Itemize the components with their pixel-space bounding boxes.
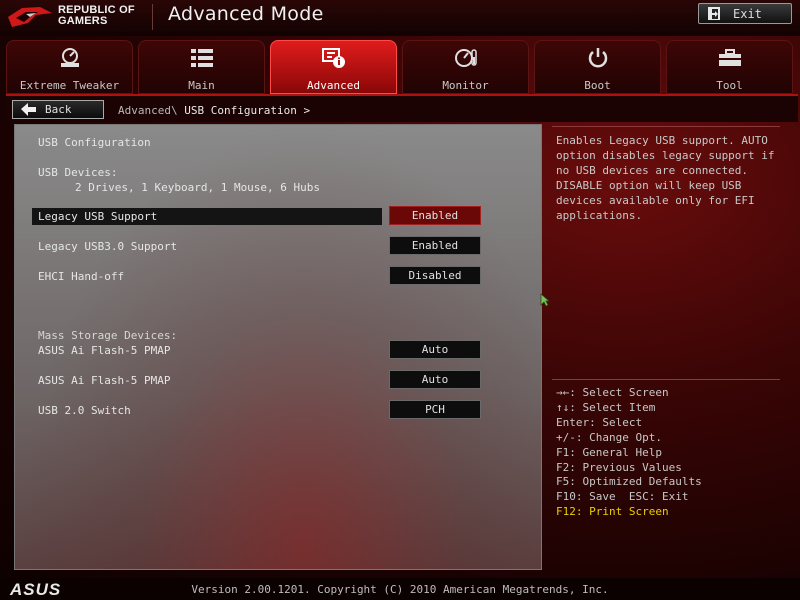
tab-boot[interactable]: Boot xyxy=(534,40,661,94)
gauge-icon xyxy=(455,49,477,67)
key-f1: F1: General Help xyxy=(556,445,662,459)
tab-monitor[interactable]: Monitor xyxy=(402,40,529,94)
storage-2-value[interactable]: Auto xyxy=(389,370,481,389)
section-title: USB Configuration xyxy=(38,136,151,149)
tab-label: Monitor xyxy=(442,79,489,92)
list-icon xyxy=(191,49,213,67)
help-top-divider xyxy=(552,126,780,127)
back-label: Back xyxy=(45,103,72,116)
ehci-hand-off-value[interactable]: Disabled xyxy=(389,266,481,285)
usb-switch-value[interactable]: PCH xyxy=(389,400,481,419)
main-tabs: Extreme Tweaker Main Advanced Monitor Bo… xyxy=(6,40,798,94)
breadcrumb-parent[interactable]: Advanced\ xyxy=(118,104,178,117)
help-divider xyxy=(552,379,780,380)
version-text: Version 2.00.1201. Copyright (C) 2010 Am… xyxy=(191,583,609,596)
tab-label: Tool xyxy=(716,79,743,92)
setting-label-legacy-usb3[interactable]: Legacy USB3.0 Support xyxy=(38,240,177,253)
back-arrow-icon xyxy=(21,103,36,116)
tab-label: Boot xyxy=(584,79,611,92)
key-f12: F12: Print Screen xyxy=(556,505,669,519)
help-description: Enables Legacy USB support. AUTO option … xyxy=(556,134,775,222)
storage-1-value[interactable]: Auto xyxy=(389,340,481,359)
mouse-cursor-icon xyxy=(540,293,550,307)
tab-label: Advanced xyxy=(307,79,360,92)
key-legend: →←: Select Screen ↑↓: Select Item Enter:… xyxy=(556,386,792,520)
legacy-usb3-support-value[interactable]: Enabled xyxy=(389,236,481,255)
usb-devices-label: USB Devices: xyxy=(38,166,118,179)
rog-logo: REPUBLIC OF GAMERS xyxy=(6,2,146,32)
breadcrumb-current: USB Configuration > xyxy=(184,104,311,117)
tab-label: Main xyxy=(188,79,215,92)
breadcrumb-bar: Back Advanced\ USB Configuration > xyxy=(6,94,798,122)
breadcrumb: Advanced\ USB Configuration > xyxy=(118,104,310,117)
key-change-opt: +/-: Change Opt. xyxy=(556,430,662,444)
key-f2: F2: Previous Values xyxy=(556,460,682,474)
exit-button[interactable]: Exit xyxy=(698,3,792,24)
usb-switch-label[interactable]: USB 2.0 Switch xyxy=(38,404,131,417)
usb-devices-value: 2 Drives, 1 Keyboard, 1 Mouse, 6 Hubs xyxy=(75,181,321,194)
footer: ASUS Version 2.00.1201. Copyright (C) 20… xyxy=(0,578,800,600)
power-icon xyxy=(588,48,608,68)
settings-panel: USB Configuration USB Devices: 2 Drives,… xyxy=(14,124,542,570)
tab-extreme-tweaker[interactable]: Extreme Tweaker xyxy=(6,40,133,94)
tab-advanced[interactable]: Advanced xyxy=(270,40,397,94)
mass-storage-label: Mass Storage Devices: xyxy=(38,329,178,342)
chip-info-icon xyxy=(322,48,345,68)
toolbox-icon xyxy=(719,49,741,66)
tab-main[interactable]: Main xyxy=(138,40,265,94)
tab-label: Extreme Tweaker xyxy=(19,79,120,92)
storage-label-1[interactable]: ASUS Ai Flash-5 PMAP xyxy=(38,344,170,357)
brand-text: REPUBLIC OF GAMERS xyxy=(58,5,135,27)
key-select-screen: →←: Select Screen xyxy=(556,386,669,399)
rog-eye-icon xyxy=(8,7,52,27)
page-title: Advanced Mode xyxy=(168,3,324,25)
exit-door-icon xyxy=(708,7,720,20)
back-button[interactable]: Back xyxy=(12,100,104,119)
setting-label-ehci[interactable]: EHCI Hand-off xyxy=(38,270,124,283)
key-enter: Enter: Select xyxy=(556,415,643,429)
top-bar: REPUBLIC OF GAMERS Advanced Mode Exit xyxy=(0,0,800,36)
key-select-item: ↑↓: Select Item xyxy=(556,400,656,414)
storage-label-2[interactable]: ASUS Ai Flash-5 PMAP xyxy=(38,374,170,387)
exit-label: Exit xyxy=(733,7,762,21)
brand-line-2: GAMERS xyxy=(58,15,108,27)
key-f10-esc: F10: Save ESC: Exit xyxy=(556,490,689,504)
key-f5: F5: Optimized Defaults xyxy=(556,475,702,489)
setting-label-legacy-usb[interactable]: Legacy USB Support xyxy=(38,210,157,223)
legacy-usb-support-value[interactable]: Enabled xyxy=(389,206,481,225)
header-divider xyxy=(152,4,153,30)
tab-tool[interactable]: Tool xyxy=(666,40,793,94)
dial-icon xyxy=(61,48,79,67)
